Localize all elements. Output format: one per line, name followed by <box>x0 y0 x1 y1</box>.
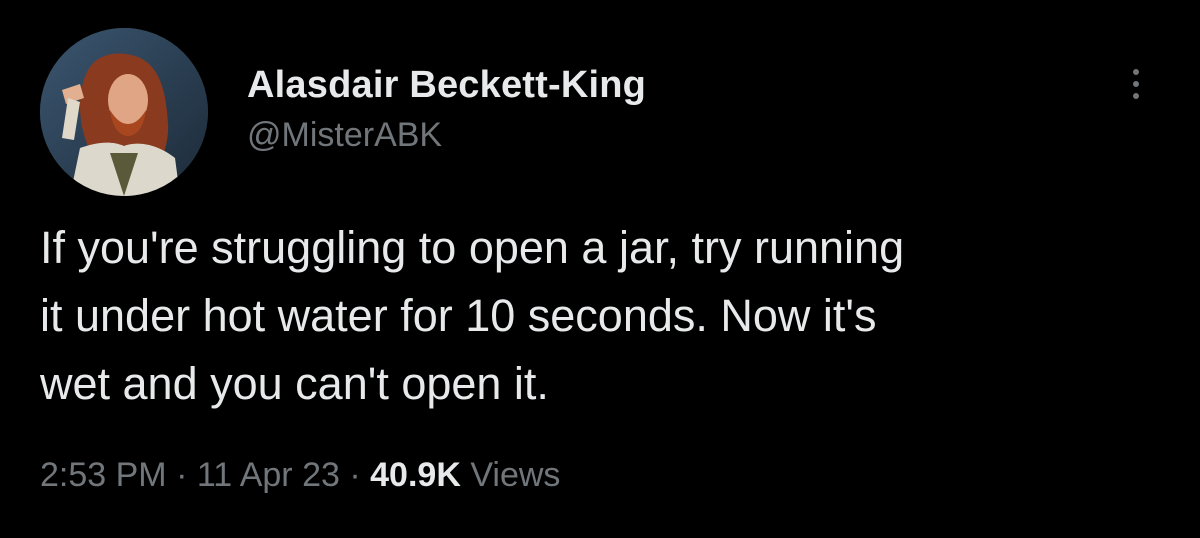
tweet-card: Alasdair Beckett-King @MisterABK If you'… <box>0 0 1200 538</box>
tweet-meta: 2:53 PM · 11 Apr 23 · 40.9K Views <box>40 456 560 495</box>
tweet-text-line: If you're struggling to open a jar, try … <box>40 222 905 273</box>
author-handle[interactable]: @MisterABK <box>247 116 442 155</box>
avatar-image <box>40 28 208 196</box>
more-dot <box>1133 81 1139 87</box>
avatar[interactable] <box>40 28 208 196</box>
tweet-text: If you're struggling to open a jar, try … <box>40 214 1170 418</box>
views-label: Views <box>470 456 561 494</box>
tweet-text-line: wet and you can't open it. <box>40 358 549 409</box>
views-count: 40.9K <box>370 456 461 494</box>
tweet-text-line: it under hot water for 10 seconds. Now i… <box>40 290 877 341</box>
author-display-name[interactable]: Alasdair Beckett-King <box>247 64 646 107</box>
tweet-time[interactable]: 2:53 PM <box>40 456 167 494</box>
more-dots-icon[interactable] <box>1120 56 1152 112</box>
meta-separator: · <box>349 456 361 494</box>
more-dot <box>1133 93 1139 99</box>
more-dot <box>1133 69 1139 75</box>
meta-separator: · <box>176 456 188 494</box>
tweet-date[interactable]: 11 Apr 23 <box>197 456 340 494</box>
